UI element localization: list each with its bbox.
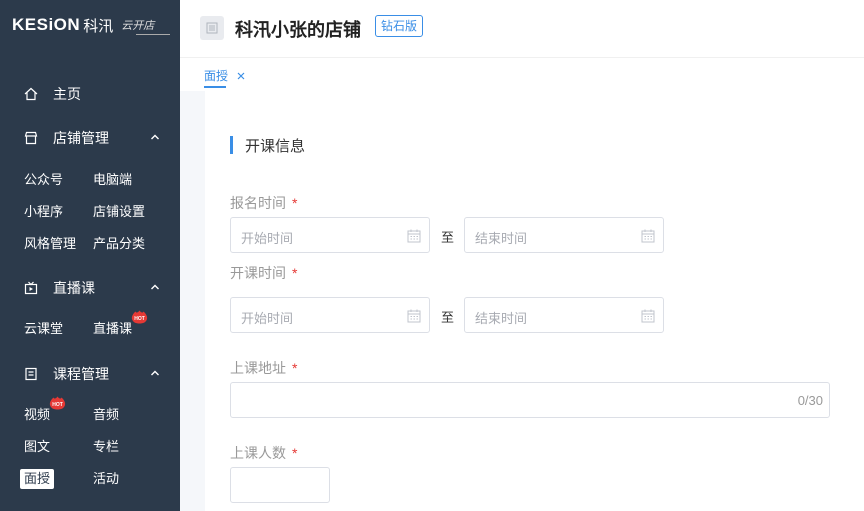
signup-end-date-input[interactable]: 结束时间 [464, 217, 664, 253]
sidebar-item-label: 主页 [53, 86, 81, 102]
sidebar-item-wechat[interactable]: 公众号 [24, 170, 63, 190]
placeholder: 结束时间 [475, 311, 528, 326]
logo-script: 云开店 [121, 19, 155, 32]
tab-label: 面授 [204, 69, 229, 83]
placeholder: 开始时间 [241, 311, 294, 326]
required-mark: * [292, 195, 298, 211]
address-input[interactable]: 0/30 [230, 382, 830, 418]
headcount-label: 上课人数 * [230, 443, 297, 463]
logo-cn: 科汛 [83, 17, 114, 35]
address-label-text: 上课地址 [230, 360, 286, 376]
hot-badge-icon: HOT [131, 310, 148, 324]
required-mark: * [292, 445, 298, 461]
sidebar-section-label: 直播课 [53, 280, 95, 296]
tab-offline-class[interactable]: 面授 [204, 67, 246, 84]
headcount-label-text: 上课人数 [230, 445, 286, 461]
header: 科汛小张的店铺 钻石版 [180, 0, 864, 57]
tab-active-indicator [204, 86, 226, 88]
class-end-date-input[interactable]: 结束时间 [464, 297, 664, 333]
sidebar-section-live[interactable]: 直播课 [0, 276, 180, 300]
main-content: 开课信息 报名时间 * 开始时间 至 结束时间 开课时间 * 开始时间 至 结束时间… [205, 91, 864, 511]
required-mark: * [292, 265, 298, 281]
home-icon [24, 87, 38, 101]
sidebar-item-video[interactable]: 视频 [24, 405, 50, 425]
logo: KESiON 科汛 云开店 [12, 14, 154, 36]
shop-icon [200, 16, 224, 40]
chevron-up-icon[interactable] [150, 368, 160, 378]
sidebar-section-store[interactable]: 店铺管理 [0, 126, 180, 150]
sidebar-section-label: 店铺管理 [53, 130, 109, 146]
section-title: 开课信息 [230, 136, 306, 155]
course-icon [25, 367, 37, 381]
sidebar-item-activity[interactable]: 活动 [93, 469, 119, 489]
live-icon [24, 281, 38, 295]
sidebar-item-cloud-class[interactable]: 云课堂 [24, 319, 63, 339]
hot-badge-label: HOT [52, 402, 63, 408]
sidebar-item-live-class[interactable]: 直播课 [93, 319, 132, 339]
logo-word: KESiON [12, 15, 81, 34]
sidebar-item-miniapp[interactable]: 小程序 [24, 202, 63, 222]
headcount-input[interactable] [230, 467, 330, 503]
signup-start-date-input[interactable]: 开始时间 [230, 217, 430, 253]
calendar-icon [407, 309, 421, 323]
placeholder: 结束时间 [475, 231, 528, 246]
signup-time-label-text: 报名时间 [230, 195, 286, 211]
chevron-up-icon[interactable] [150, 282, 160, 292]
sidebar: KESiON 科汛 云开店 主页 店铺管理 公众号 电脑端 小程序 店铺设置 风… [0, 0, 180, 511]
tab-bar: 面授 [180, 57, 864, 91]
sidebar-item-pc[interactable]: 电脑端 [93, 170, 132, 190]
logo-underline [136, 34, 170, 35]
class-time-label-text: 开课时间 [230, 265, 286, 281]
required-mark: * [292, 360, 298, 376]
range-separator: 至 [441, 230, 455, 245]
address-label: 上课地址 * [230, 358, 297, 378]
placeholder: 开始时间 [241, 231, 294, 246]
sidebar-item-offline-class[interactable]: 面授 [20, 469, 55, 489]
range-separator: 至 [441, 310, 455, 325]
sidebar-section-label: 课程管理 [53, 366, 109, 382]
sidebar-item-article[interactable]: 图文 [24, 437, 50, 457]
chevron-up-icon[interactable] [150, 132, 160, 142]
store-icon [24, 131, 38, 145]
calendar-icon [407, 229, 421, 243]
hot-badge-icon: HOT [49, 396, 66, 410]
store-name: 科汛小张的店铺 [235, 20, 361, 40]
class-time-label: 开课时间 * [230, 263, 297, 283]
sidebar-item-category[interactable]: 产品分类 [93, 234, 145, 254]
calendar-icon [641, 229, 655, 243]
edition-badge: 钻石版 [375, 15, 424, 37]
hot-badge-label: HOT [134, 316, 145, 322]
close-icon[interactable] [236, 71, 246, 81]
section-title-text: 开课信息 [245, 137, 306, 155]
char-counter: 0/30 [797, 393, 823, 408]
sidebar-item-store-settings[interactable]: 店铺设置 [93, 202, 145, 222]
sidebar-item-style[interactable]: 风格管理 [24, 234, 76, 254]
calendar-icon [641, 309, 655, 323]
sidebar-item-audio[interactable]: 音频 [93, 405, 119, 425]
sidebar-section-course[interactable]: 课程管理 [0, 362, 180, 386]
section-bar [230, 136, 233, 154]
signup-time-label: 报名时间 * [230, 193, 297, 213]
sidebar-item-home[interactable]: 主页 [0, 82, 180, 106]
class-start-date-input[interactable]: 开始时间 [230, 297, 430, 333]
sidebar-item-column[interactable]: 专栏 [93, 437, 119, 457]
